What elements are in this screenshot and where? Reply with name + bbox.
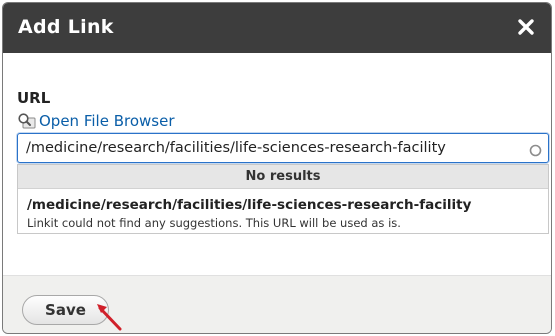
suggestion-item[interactable]: /medicine/research/facilities/life-scien… bbox=[18, 189, 548, 230]
add-link-dialog: Add Link URL Open File Browser /medicine… bbox=[2, 2, 552, 334]
open-file-browser-label: Open File Browser bbox=[39, 112, 175, 130]
dialog-footer: Save bbox=[3, 275, 551, 333]
annotation-arrow-icon bbox=[97, 304, 122, 331]
no-results-header: No results bbox=[18, 165, 548, 189]
autocomplete-throbber-icon bbox=[529, 142, 542, 157]
url-field bbox=[17, 133, 549, 163]
dialog-body: URL Open File Browser No results bbox=[3, 53, 551, 275]
file-browser-icon bbox=[17, 112, 37, 130]
close-icon[interactable] bbox=[513, 14, 539, 40]
dialog-title: Add Link bbox=[18, 16, 114, 38]
url-label: URL bbox=[17, 89, 51, 107]
url-input[interactable] bbox=[18, 134, 548, 162]
suggestion-description: Linkit could not find any suggestions. T… bbox=[27, 216, 401, 230]
suggestions-dropdown: No results /medicine/research/facilities… bbox=[17, 164, 549, 234]
dialog-titlebar: Add Link bbox=[3, 3, 551, 53]
suggestion-path: /medicine/research/facilities/life-scien… bbox=[27, 197, 472, 213]
open-file-browser-link[interactable]: Open File Browser bbox=[17, 111, 174, 131]
